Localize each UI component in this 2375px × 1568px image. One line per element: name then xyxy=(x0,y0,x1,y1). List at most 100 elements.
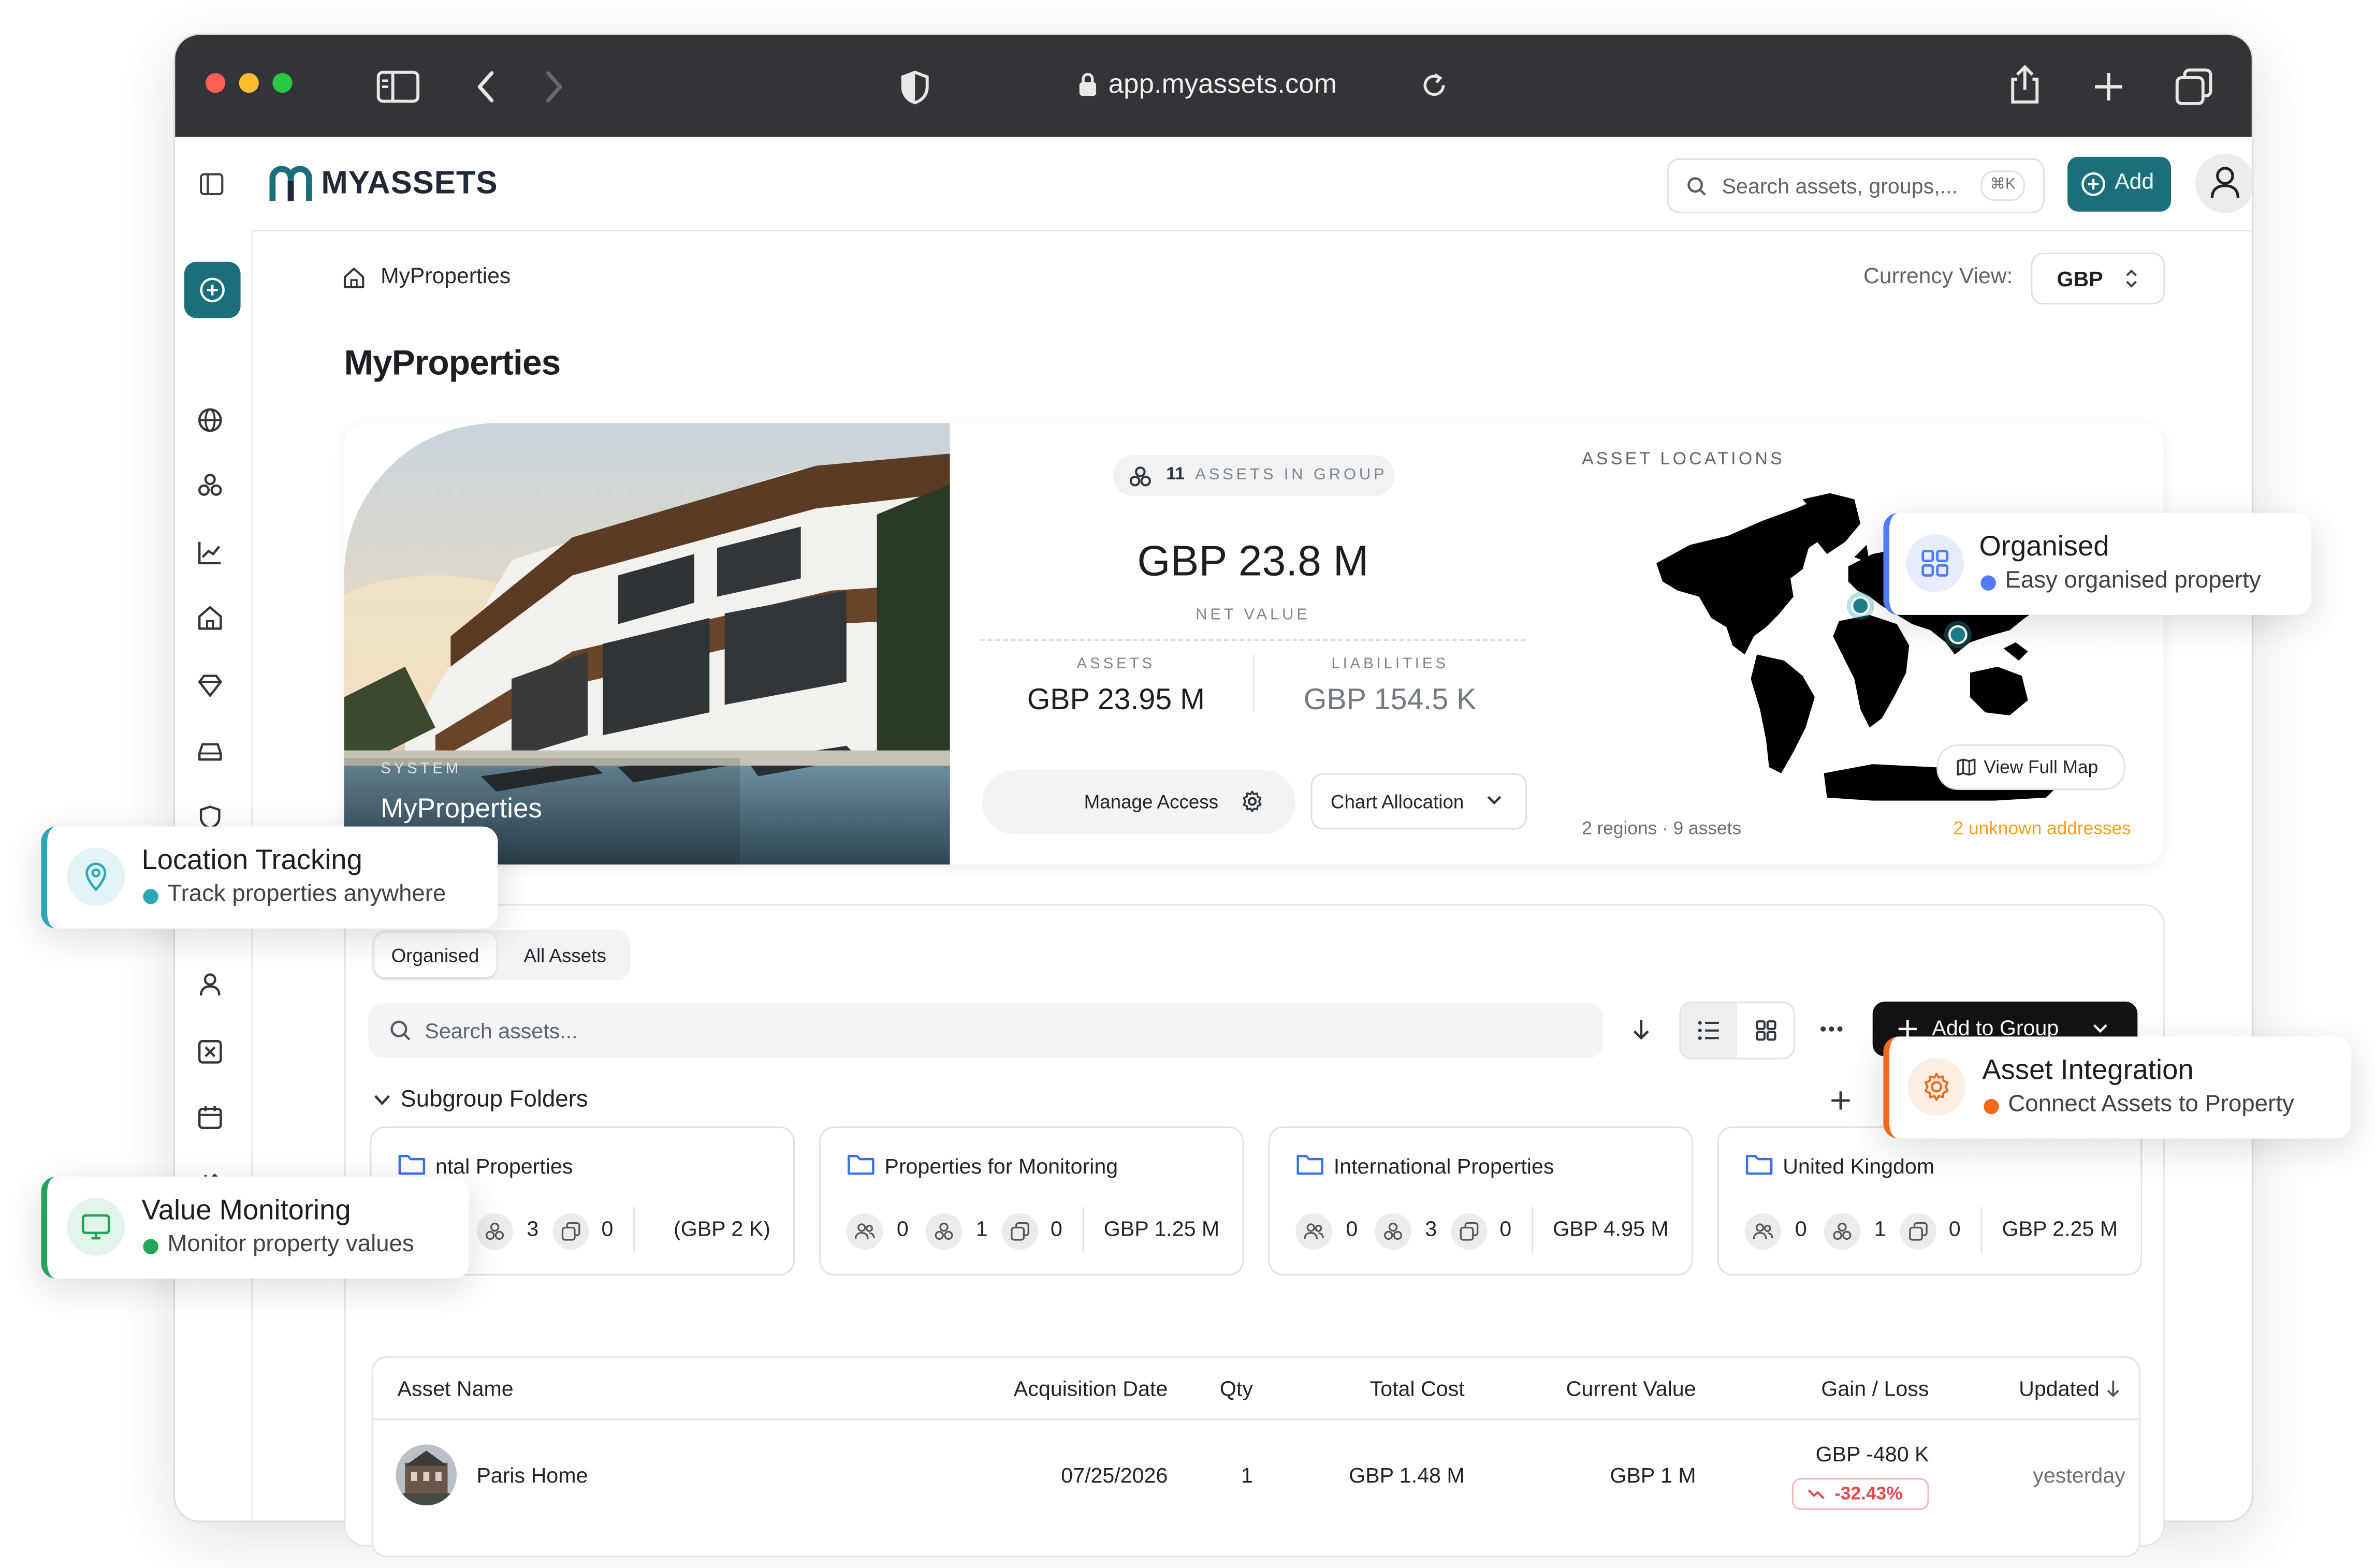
close-window-button[interactable] xyxy=(205,73,226,93)
column-qty[interactable]: Qty xyxy=(1195,1376,1253,1400)
location-icon-badge xyxy=(67,847,125,906)
location-pin-icon xyxy=(85,862,107,892)
view-full-map-button[interactable]: View Full Map xyxy=(1936,744,2125,790)
column-acquisition-date[interactable]: Acquisition Date xyxy=(982,1376,1168,1400)
system-caption: SYSTEM xyxy=(381,761,462,778)
manage-access-button[interactable]: Manage Access xyxy=(982,770,1296,834)
tab-organised[interactable]: Organised xyxy=(374,933,497,977)
sidebar-create-button[interactable] xyxy=(184,261,241,318)
panel-toggle-icon[interactable] xyxy=(199,172,224,196)
forward-icon[interactable] xyxy=(544,70,565,104)
asset-groups-icon[interactable] xyxy=(195,471,225,501)
assets-value: GBP 23.95 M xyxy=(1027,683,1205,717)
column-total-cost[interactable]: Total Cost xyxy=(1287,1376,1465,1400)
list-view-button[interactable] xyxy=(1681,1003,1737,1058)
hero-group-name: MyProperties xyxy=(381,793,542,824)
value-monitoring-callout: Value Monitoring Monitor property values xyxy=(41,1176,469,1279)
column-current-value[interactable]: Current Value xyxy=(1499,1376,1696,1400)
tab-all-assets[interactable]: All Assets xyxy=(504,933,625,977)
subgroup-folder[interactable]: United Kingdom 0 1 0 GBP 2.25 M xyxy=(1717,1126,2143,1276)
integration-icon-badge xyxy=(1907,1058,1966,1116)
more-options-icon[interactable] xyxy=(1819,1024,1844,1034)
back-icon[interactable] xyxy=(475,70,496,104)
home-icon[interactable] xyxy=(195,603,225,633)
folder-value: GBP 4.95 M xyxy=(1553,1216,1669,1241)
person-icon[interactable] xyxy=(195,970,225,1000)
search-shortcut-badge: ⌘K xyxy=(1980,170,2025,201)
plus-circle-icon xyxy=(2081,172,2105,196)
asset-name[interactable]: Paris Home xyxy=(476,1463,588,1487)
search-icon xyxy=(390,1020,411,1041)
assets-label: ASSETS xyxy=(1076,656,1155,673)
map-icon xyxy=(1957,758,1976,776)
search-icon xyxy=(1687,177,1706,196)
status-dot xyxy=(143,1239,158,1254)
plus-icon[interactable] xyxy=(1830,1090,1851,1111)
folder-asset-count: 1 xyxy=(975,1216,988,1241)
chart-allocation-dropdown[interactable]: Chart Allocation xyxy=(1310,773,1527,830)
liabilities-value: GBP 154.5 K xyxy=(1303,683,1477,717)
calendar-icon[interactable] xyxy=(195,1102,225,1133)
subgroup-folder[interactable]: International Properties 0 3 0 GBP 4.95 M xyxy=(1268,1126,1693,1276)
people-icon xyxy=(1295,1213,1332,1250)
chart-line-icon[interactable] xyxy=(195,537,225,568)
chevron-down-icon[interactable] xyxy=(373,1093,391,1108)
gear-icon xyxy=(1243,790,1262,812)
asset-search-input[interactable]: Search assets... xyxy=(368,1003,1604,1058)
folder-value: (GBP 2 K) xyxy=(673,1216,770,1241)
monitor-icon xyxy=(81,1214,110,1240)
column-asset-name[interactable]: Asset Name xyxy=(397,1376,513,1400)
column-gain-loss[interactable]: Gain / Loss xyxy=(1743,1376,1929,1400)
asset-locations-title: ASSET LOCATIONS xyxy=(1582,450,1785,469)
column-updated[interactable]: Updated xyxy=(1987,1376,2100,1400)
tab-overview-icon[interactable] xyxy=(2174,67,2213,106)
car-icon[interactable] xyxy=(195,735,225,766)
privacy-shield-icon[interactable] xyxy=(900,70,930,105)
globe-icon[interactable] xyxy=(195,405,225,435)
box-x-icon[interactable] xyxy=(195,1036,225,1067)
folder-people-count: 0 xyxy=(1346,1216,1358,1241)
current-value: GBP 1 M xyxy=(1610,1462,1696,1487)
asset-integration-subtitle: Connect Assets to Property xyxy=(2008,1091,2294,1118)
subgroup-folder[interactable]: Properties for Monitoring 0 1 0 GBP 1.25 M xyxy=(819,1126,1244,1276)
minimize-window-button[interactable] xyxy=(239,73,259,93)
asset-thumbnail xyxy=(396,1444,457,1506)
unknown-addresses-link[interactable]: 2 unknown addresses xyxy=(1954,817,2131,839)
sort-down-icon[interactable] xyxy=(1630,1017,1652,1043)
user-avatar[interactable] xyxy=(2195,153,2252,213)
divider xyxy=(1532,1207,1533,1253)
organised-subtitle: Easy organised property xyxy=(2005,567,2261,594)
app-header: MYASSETS Search assets, groups,... ⌘K Ad… xyxy=(175,137,2252,231)
sort-down-icon[interactable] xyxy=(2106,1379,2121,1399)
map-pin[interactable] xyxy=(1948,625,1968,644)
breadcrumb[interactable]: MyProperties xyxy=(381,265,511,289)
global-search[interactable]: Search assets, groups,... ⌘K xyxy=(1667,158,2045,213)
folder-document-count: 0 xyxy=(1499,1216,1512,1241)
grid-view-button[interactable] xyxy=(1737,1003,1794,1058)
new-tab-icon[interactable] xyxy=(2092,70,2125,104)
address-bar[interactable]: app.myassets.com xyxy=(1109,68,1337,100)
location-tracking-callout: Location Tracking Track properties anywh… xyxy=(41,826,498,929)
gain-loss-percent: -32.43% xyxy=(1834,1482,1903,1504)
global-search-placeholder: Search assets, groups,... xyxy=(1722,173,1958,198)
diamond-icon[interactable] xyxy=(195,670,225,700)
sidebar-toggle-icon[interactable] xyxy=(376,70,420,104)
currency-select[interactable]: GBP xyxy=(2031,253,2165,305)
lock-icon xyxy=(1079,72,1097,96)
add-button[interactable]: Add xyxy=(2067,156,2172,212)
share-icon[interactable] xyxy=(2006,64,2043,106)
map-pin[interactable] xyxy=(1851,596,1870,616)
myassets-logo-icon xyxy=(269,166,312,201)
table-row[interactable]: Paris Home 07/25/2026 1 GBP 1.48 M GBP 1… xyxy=(373,1420,2139,1542)
folder-people-count: 0 xyxy=(1795,1216,1807,1241)
grid-icon xyxy=(1921,550,1949,577)
brand-name: MYASSETS xyxy=(321,166,498,201)
reload-icon[interactable] xyxy=(1420,71,1448,99)
folder-icon xyxy=(847,1152,876,1177)
asset-groups-icon xyxy=(476,1213,513,1250)
people-icon xyxy=(1744,1213,1782,1250)
divider xyxy=(980,639,1526,641)
zoom-window-button[interactable] xyxy=(272,73,293,93)
total-cost: GBP 1.48 M xyxy=(1349,1462,1465,1487)
documents-icon xyxy=(1001,1213,1039,1250)
